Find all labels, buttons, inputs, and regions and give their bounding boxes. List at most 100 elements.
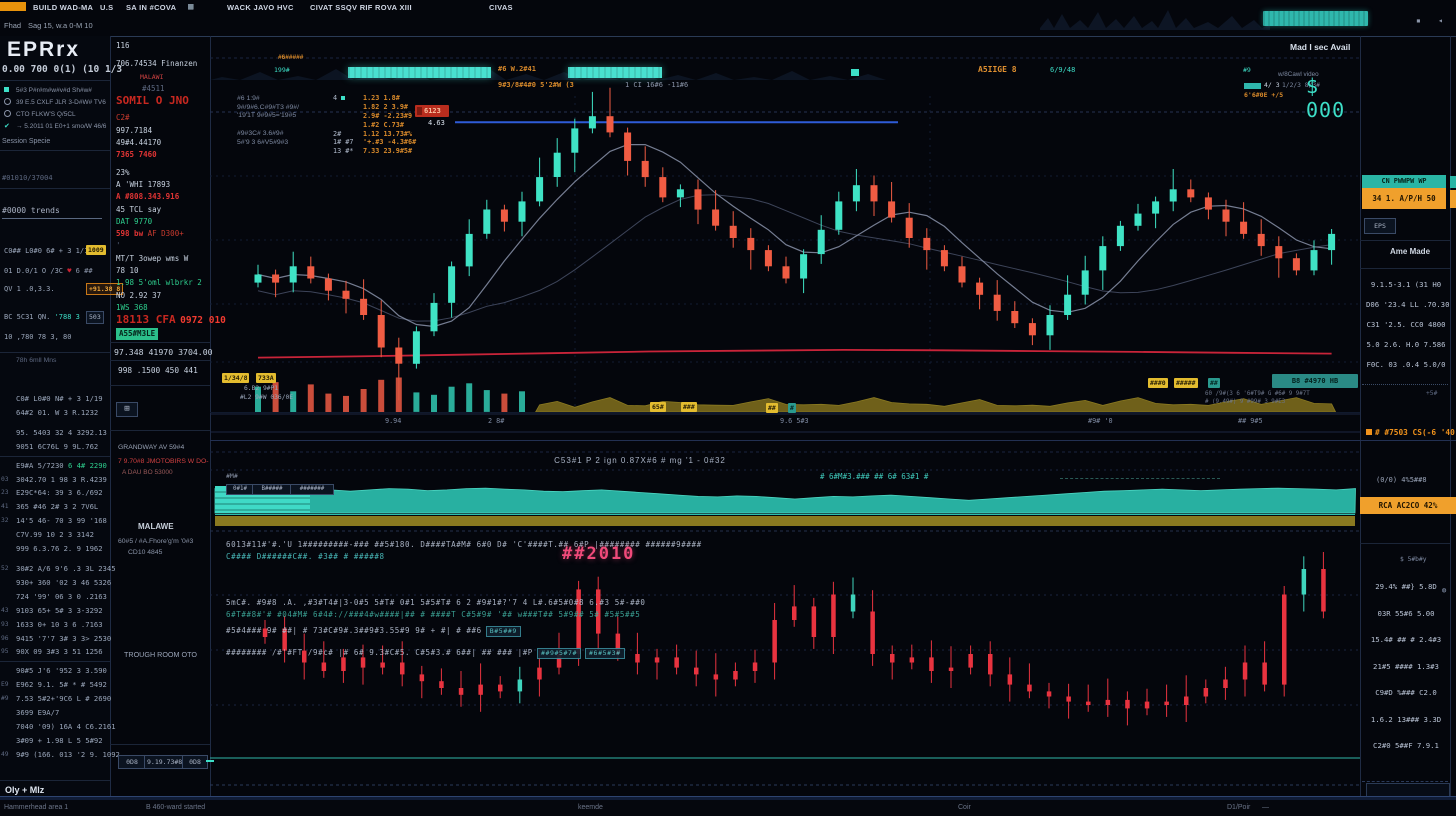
check-icon[interactable]: ✔ — [4, 122, 16, 130]
book-row[interactable]: 95. 5403 32 4 3292.13 — [0, 426, 110, 440]
status-item[interactable]: keemde — [578, 804, 603, 811]
stat-row[interactable]: F0C. 03 .0.4 5.0/0 — [1366, 360, 1446, 369]
para-chip-3[interactable]: #6#5#3# — [585, 648, 625, 659]
book-row[interactable]: 3699 E9A/7 — [0, 706, 110, 720]
signal-teal-badge[interactable]: B8 #4970 HB — [1272, 374, 1358, 388]
order-chip[interactable]: 1009 — [86, 245, 106, 255]
lower-filter-badge[interactable]: B##### — [252, 484, 292, 495]
lower-chart-svg[interactable] — [210, 440, 1360, 800]
stat-row[interactable]: C9#D %### C2.0 — [1366, 688, 1446, 697]
vol-chip-1[interactable]: 1/34/8 — [222, 373, 249, 383]
stat-row[interactable]: 03R 55#6 5.00 — [1366, 609, 1446, 618]
vol-chip-2[interactable]: 733A — [256, 373, 276, 383]
book-row[interactable]: C7V.99 10 2 3 3142 — [0, 528, 110, 542]
stat-row[interactable]: 1.6.2 13### 3.3D — [1366, 715, 1446, 724]
stat-row[interactable]: 15.4# ## # 2.4#3 — [1366, 635, 1446, 644]
status-item[interactable]: Hammerhead area 1 — [4, 804, 68, 811]
option-row[interactable]: 5#3 P#r#m#w#v#d Sh#w# — [4, 84, 108, 96]
ring-icon[interactable] — [4, 110, 16, 119]
menu-item[interactable]: WACK JAVO HVC — [227, 3, 294, 12]
stat-row[interactable]: 5.0 2.6. H.0 7.586 — [1366, 340, 1446, 349]
main-chart-pane[interactable]: #6##### 199# #6 W.2#41 9#3/8#4#0 5'2#W (… — [210, 36, 1360, 440]
brand-block[interactable] — [0, 2, 26, 11]
order-row[interactable]: QV 1 .0,3.3.+91.38 8 — [4, 285, 108, 293]
banner-orange[interactable]: 34 1. A/P/H 50 — [1362, 188, 1446, 209]
para-chip-1[interactable]: B#5##9 — [486, 626, 521, 637]
vol-chip-4[interactable]: ### — [681, 402, 697, 412]
order-row[interactable]: 01 D.0/1 O /3C ♥ 6 ## — [4, 267, 108, 275]
sidebar-footer[interactable]: Oly + Mlz — [5, 785, 44, 795]
order-chip[interactable]: 503 — [86, 311, 104, 324]
book-row[interactable]: 931633 0+ 10 3 6 .7163 — [0, 618, 110, 632]
stat-row[interactable]: C2#0 5##F 7.9.1 — [1366, 741, 1446, 750]
eps-button[interactable]: EPS — [1364, 218, 1396, 234]
option-row[interactable]: CTO FLKW'S Q/5CL — [4, 108, 108, 120]
book-row[interactable]: 439103 65+ 5# 3 3-3292 — [0, 604, 110, 618]
minimize-icon[interactable]: ▪ — [1416, 16, 1421, 25]
book-row[interactable]: C0# L0#0 N# + 3 1/19 — [0, 392, 110, 406]
book-row[interactable]: 724 '99' 06 3 0 .2163 — [0, 590, 110, 604]
book-row[interactable]: 90#5 J'6 '952 3 3.590 — [0, 664, 110, 678]
status-item[interactable]: Coir — [958, 804, 971, 811]
menu-item[interactable]: CIVAS — [489, 3, 513, 12]
book-row[interactable]: 9051 6C76L 9 9L.762 — [0, 440, 110, 454]
order-row[interactable]: BC 5C31 QN. '788 3503 — [4, 313, 108, 321]
lower-filter-badge[interactable]: ####### — [290, 484, 334, 495]
stat-row[interactable]: 9.1.5-3.1 (31 H0 — [1366, 280, 1446, 289]
book-row[interactable]: 930+ 360 '02 3 46 5326 — [0, 576, 110, 590]
lower-filter-badge[interactable]: 0#1# — [226, 484, 254, 495]
book-row[interactable]: 3#09 + 1.98 L 5 5#92 — [0, 734, 110, 748]
book-row[interactable]: 969415 '7'7 3# 3 3> 2530 — [0, 632, 110, 646]
status-item[interactable]: — — [1262, 804, 1269, 811]
menu-item[interactable]: U.S — [100, 3, 113, 12]
order-row[interactable]: 10 ,780 78 3, 80 — [4, 333, 108, 341]
stat-row[interactable]: 29.4% ##} 5.8D — [1366, 582, 1446, 591]
option-row[interactable]: 39 E.5 CXLF JLR 3-D#W# TV6 — [4, 96, 108, 108]
book-row[interactable]: 41365 #46 2# 3 2 7V6L — [0, 500, 110, 514]
quote-button[interactable]: 9.19.73#8 — [144, 755, 184, 769]
book-row[interactable]: 499#9 (166. 013 '2 9. 1092 — [0, 748, 110, 762]
book-row[interactable]: E9#A 5/7230 6 4# 2290 — [0, 459, 110, 473]
topbar-progress[interactable] — [1263, 11, 1368, 26]
order-row[interactable]: C0## L0#0 6# + 3 1/191009 — [4, 247, 108, 255]
vol-chip-5[interactable]: ## — [766, 403, 778, 413]
alert-price-badge[interactable]: 6123 — [415, 105, 449, 117]
book-row[interactable]: 23E29C*64: 39 3 6./692 — [0, 486, 110, 500]
stat-row[interactable]: D06 '23.4 LL .70.30 — [1366, 300, 1446, 309]
heart-icon[interactable]: ♥ — [67, 267, 71, 275]
book-row[interactable]: 3214'5 46- 70 3 99 '168 — [0, 514, 110, 528]
book-row[interactable]: #97.53 5#2+'9C6 L # 2690 — [0, 692, 110, 706]
banner-teal[interactable]: CN PWWPW WP — [1362, 175, 1446, 188]
book-row[interactable]: 9590X 09 3#3 3 51 1256 — [0, 645, 110, 659]
lower-pane[interactable]: C53#1 P 2 ign 0.87X#6 # mg '1 - 0#32 #M#… — [210, 440, 1360, 800]
stat-row[interactable]: 21#5 #### 1.3#3 — [1366, 662, 1446, 671]
apps-grid-icon[interactable]: ▦ — [188, 2, 193, 12]
status-item[interactable]: B 460-ward started — [146, 804, 205, 811]
square-icon[interactable] — [4, 87, 16, 94]
quote-button[interactable]: 0D8 — [118, 755, 146, 769]
quote-button[interactable]: 0D8 — [182, 755, 208, 769]
vol-chip-3[interactable]: 65# — [650, 402, 666, 412]
session-value[interactable]: #01010/37004 — [2, 174, 53, 182]
menu-item[interactable]: SA IN #COVA — [126, 3, 176, 12]
menu-item[interactable]: CIVAT SSQV RIF ROVA XIII — [310, 3, 412, 12]
subbar-mode[interactable]: Fhad — [4, 21, 21, 30]
trends-tab[interactable]: #0000 trends — [2, 206, 102, 219]
book-row[interactable]: 999 6.3.76 2. 9 1962 — [0, 542, 110, 556]
book-row[interactable]: 64#2 01. W 3 R.1232 — [0, 406, 110, 420]
ring-icon[interactable] — [4, 98, 16, 107]
option-row[interactable]: ✔→ 5.2011 01 E0+1 smo/W 46/6 — [4, 120, 108, 132]
para-chip-2[interactable]: ##9#5#7# — [537, 648, 581, 659]
vol-chip-8[interactable]: ## — [1208, 378, 1220, 388]
vol-chip-6[interactable]: ###0 — [1148, 378, 1168, 388]
book-row[interactable]: 033042.70 1 98 3 R.4239 — [0, 473, 110, 487]
vol-chip-5t[interactable]: # — [788, 403, 796, 413]
book-row[interactable]: 5230#2 A/6 9'6 .3 3L 2345 — [0, 562, 110, 576]
book-row[interactable]: 7040 '09) 16A 4 C6.2161 — [0, 720, 110, 734]
depth-bar-2[interactable] — [568, 67, 662, 78]
book-row[interactable]: E9E962 9.1. 5# * # 5492 — [0, 678, 110, 692]
stat-row[interactable]: C31 '2.5. CC0 4800 — [1366, 320, 1446, 329]
banner-orange-2[interactable]: RCA AC2CO 42% — [1360, 497, 1456, 514]
depth-bar-1[interactable] — [348, 67, 491, 78]
status-item[interactable]: D1/Poir — [1227, 804, 1250, 811]
